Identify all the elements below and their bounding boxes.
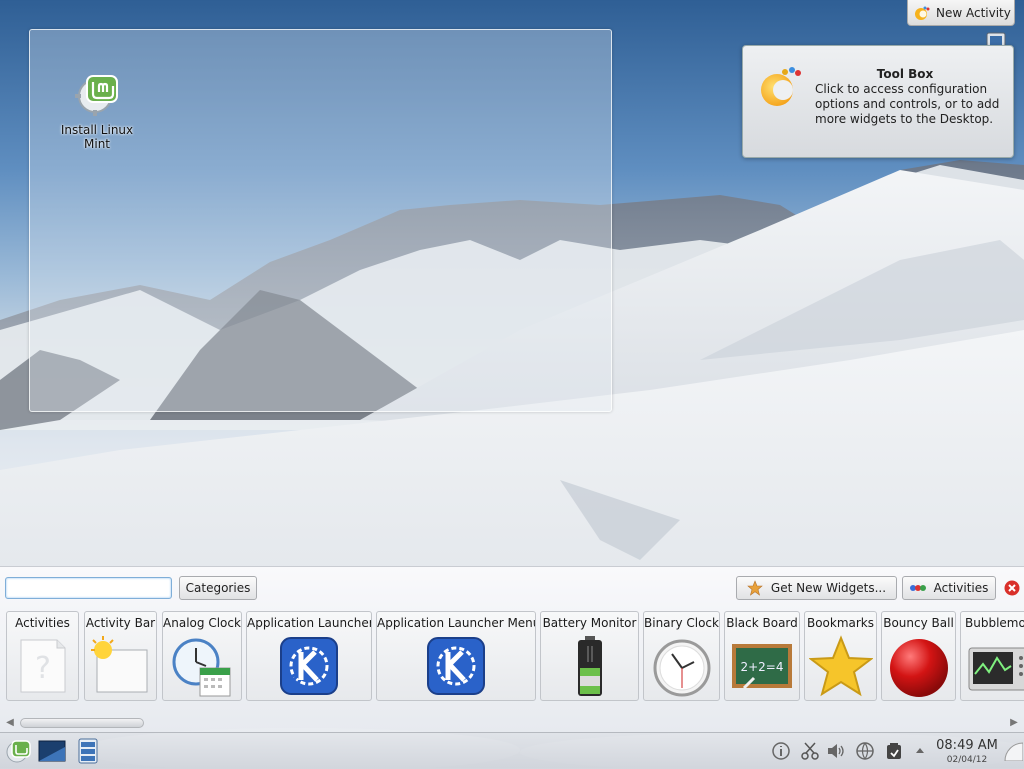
widget-card-label: Binary Clock [644, 616, 719, 630]
analog-clock-calendar-icon [172, 638, 231, 697]
widget-card-label: Black Board [726, 616, 798, 630]
widget-card-black-board[interactable]: Black Board 2+2=4 [724, 611, 800, 701]
widget-card-bubblemon[interactable]: Bubblemon [960, 611, 1024, 701]
widget-card-binary-clock[interactable]: Binary Clock [643, 611, 720, 701]
close-explorer-icon[interactable] [1004, 580, 1020, 596]
clock-icon [653, 639, 710, 697]
widget-card-application-launcher-menu[interactable]: Application Launcher Menu [376, 611, 536, 701]
widget-card-label: Battery Monitor [542, 616, 637, 630]
question-page-icon: ? [20, 639, 65, 693]
system-monitor-icon [968, 647, 1024, 691]
widget-card-label: Bookmarks [806, 616, 875, 630]
update-manager-icon[interactable] [884, 741, 904, 761]
linux-mint-installer-icon [75, 75, 118, 116]
activity-logo-icon [915, 6, 930, 20]
toolbox-tooltip: Tool Box Click to access configuration o… [742, 45, 1014, 158]
new-activity-button[interactable]: New Activity [907, 0, 1015, 26]
widget-card-battery-monitor[interactable]: Battery Monitor [540, 611, 639, 701]
categories-label: Categories [185, 581, 251, 595]
plasma-logo-icon [761, 67, 801, 106]
kde-launcher-icon [427, 637, 485, 695]
file-manager-icon[interactable] [74, 737, 102, 765]
linux-mint-menu-icon[interactable] [4, 737, 32, 765]
widget-explorer: Categories Get New Widgets... Activities… [0, 566, 1024, 733]
scroll-right-icon[interactable]: ▶ [1008, 717, 1020, 729]
activities-label: Activities [933, 581, 989, 595]
get-widgets-star-icon [747, 580, 763, 596]
widget-card-analog-clock[interactable]: Analog Clock [162, 611, 242, 701]
widget-card-activities[interactable]: Activities ? [6, 611, 79, 701]
svg-text:?: ? [35, 651, 51, 686]
kde-launcher-icon [280, 637, 338, 695]
clock-date[interactable]: 02/04/12 [934, 755, 1000, 765]
activity-bar-icon [90, 636, 147, 693]
scrollbar-thumb[interactable] [20, 718, 144, 728]
widget-list: Activities ? Activity Bar Analog Clock A… [0, 611, 1024, 703]
widget-card-label: Activities [15, 616, 70, 630]
clock-time[interactable]: 08:49 AM [934, 738, 1000, 753]
get-new-widgets-button[interactable]: Get New Widgets... [736, 576, 897, 600]
widget-card-label: Application Launcher Menu [377, 616, 535, 630]
battery-icon [577, 636, 602, 696]
star-icon [808, 635, 873, 697]
taskbar-panel: 08:49 AM 02/04/12 [0, 732, 1024, 769]
widget-card-activity-bar[interactable]: Activity Bar [84, 611, 157, 701]
widget-card-bookmarks[interactable]: Bookmarks [804, 611, 877, 701]
network-icon[interactable] [855, 741, 875, 761]
toolbox-tooltip-title: Tool Box [876, 67, 934, 81]
info-icon[interactable] [771, 741, 791, 761]
new-activity-label: New Activity [936, 5, 1011, 20]
widget-card-label: Activity Bar [85, 616, 156, 630]
widget-card-label: Bubblemon [965, 616, 1024, 630]
scroll-left-icon[interactable]: ◀ [4, 717, 16, 729]
blackboard-icon: 2+2=4 [732, 644, 792, 690]
red-ball-icon [889, 639, 948, 697]
desktop-icon-install-linux-mint[interactable]: Install Linux Mint [60, 70, 134, 151]
toolbox-tooltip-body: Click to access configuration options an… [815, 82, 1000, 126]
panel-toolbox-icon[interactable] [1003, 741, 1023, 761]
tray-expand-arrow-icon[interactable] [914, 741, 926, 761]
categories-button[interactable]: Categories [179, 576, 257, 600]
widget-card-label: Analog Clock [163, 616, 241, 630]
widget-list-scrollbar[interactable]: ◀ ▶ [0, 713, 1024, 733]
folder-view-widget[interactable]: Install Linux Mint [29, 29, 612, 412]
widget-search-input[interactable] [5, 577, 172, 599]
widget-card-label: Application Launcher [247, 616, 371, 630]
widget-card-bouncy-ball[interactable]: Bouncy Ball [881, 611, 956, 701]
show-desktop-icon[interactable] [38, 737, 66, 765]
clipboard-scissors-icon[interactable] [800, 741, 820, 761]
activities-button[interactable]: Activities [902, 576, 996, 600]
widget-card-application-launcher[interactable]: Application Launcher [246, 611, 372, 701]
widget-card-label: Bouncy Ball [883, 616, 954, 630]
desktop-icon-label: Install Linux Mint [60, 123, 134, 151]
blackboard-text: 2+2=4 [740, 660, 783, 674]
activities-dots-icon [909, 585, 926, 591]
get-new-widgets-label: Get New Widgets... [770, 581, 887, 595]
volume-icon[interactable] [826, 741, 846, 761]
